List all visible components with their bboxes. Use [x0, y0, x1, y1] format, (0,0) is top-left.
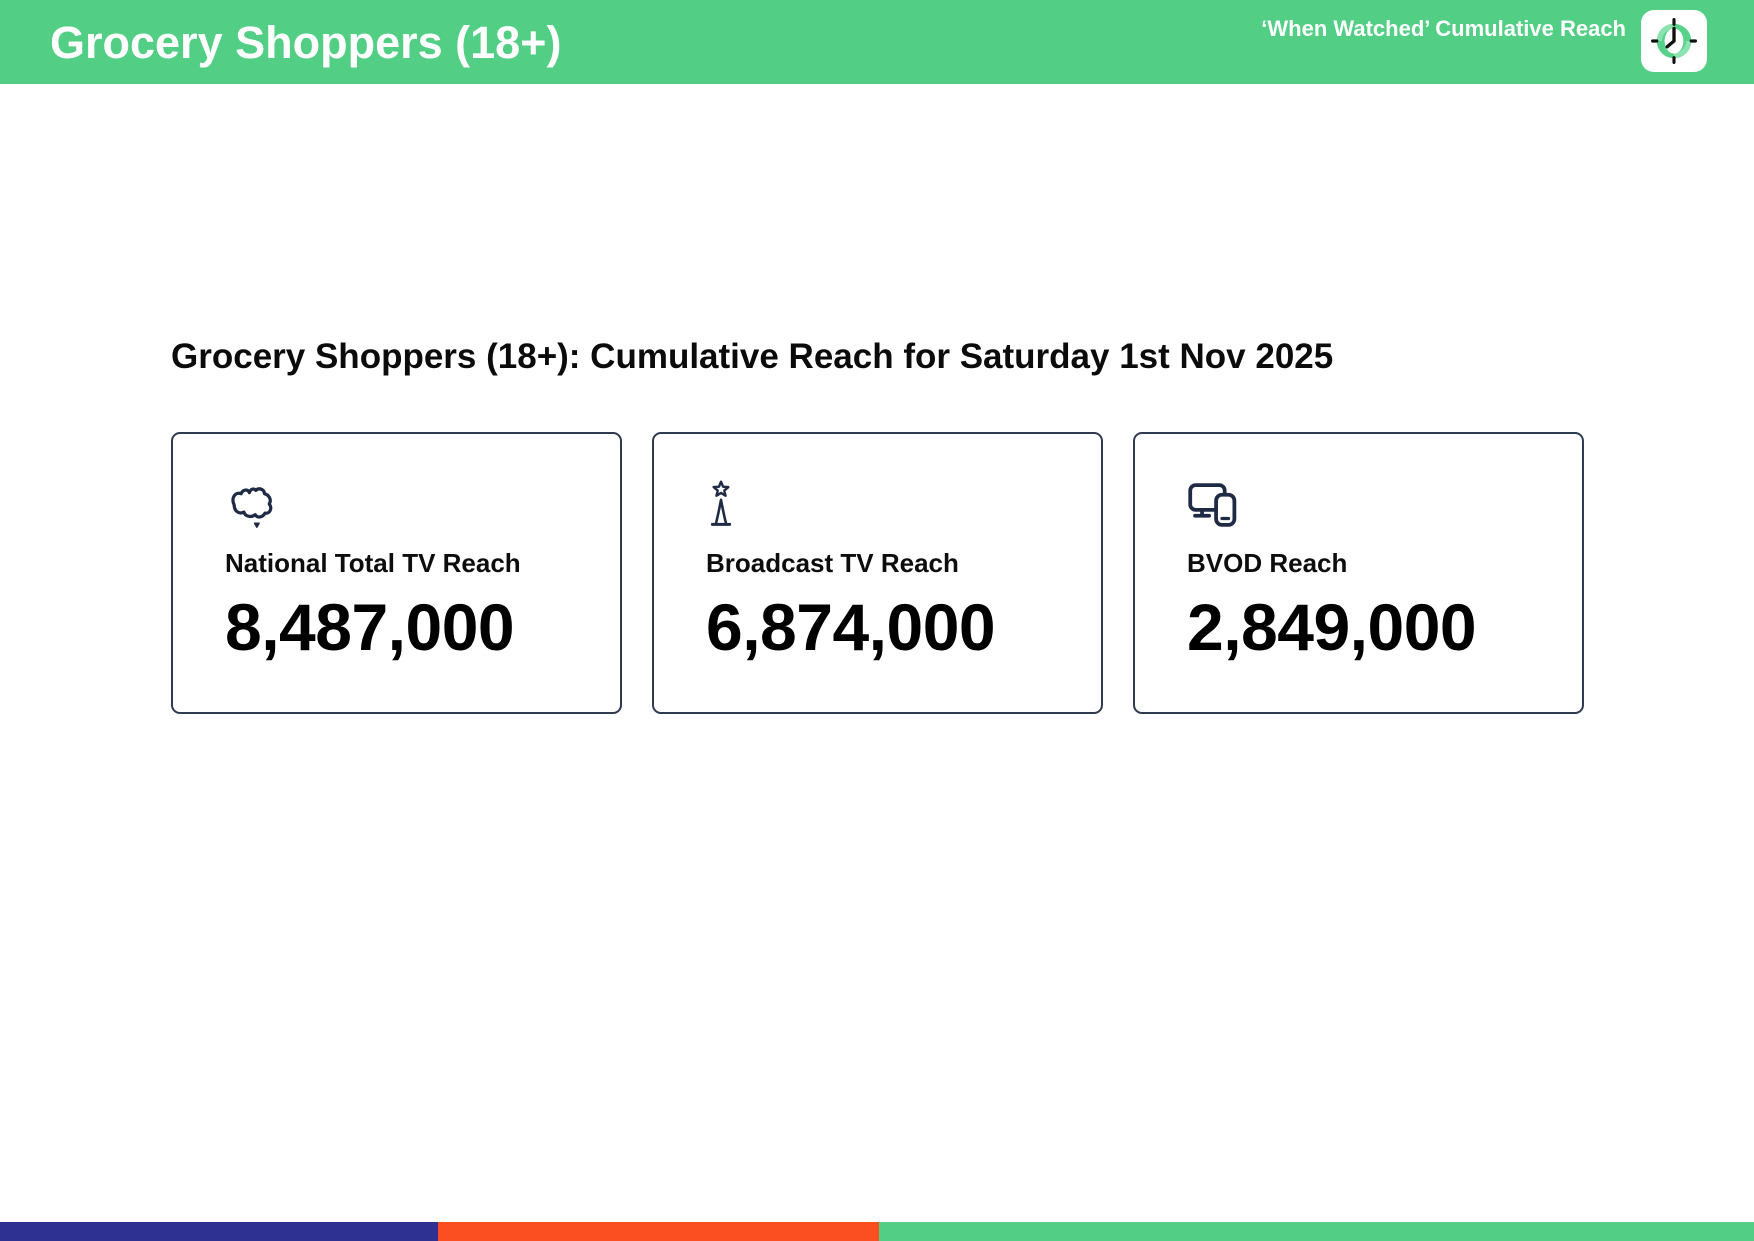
footer-bar-navy-segment: [0, 1222, 438, 1241]
broadcast-tower-icon: [710, 480, 732, 526]
tv-and-phone-devices-icon: [1188, 483, 1237, 527]
card-bvod-reach: BVOD Reach 2,849,000: [1133, 432, 1584, 714]
card-label: National Total TV Reach: [225, 548, 521, 578]
footer-bar-green-segment: [879, 1222, 1754, 1241]
clock-badge: [1641, 10, 1707, 72]
footer-bar-orange-segment: [438, 1222, 879, 1241]
card-value: 2,849,000: [1187, 590, 1477, 664]
clock-icon: [1651, 18, 1697, 64]
australia-map-icon: [231, 487, 273, 528]
card-label: BVOD Reach: [1187, 548, 1348, 578]
header-right-group: ‘When Watched’ Cumulative Reach: [1261, 10, 1707, 72]
metric-cards-row: National Total TV Reach 8,487,000 Broadc…: [171, 432, 1754, 714]
report-heading: Grocery Shoppers (18+): Cumulative Reach…: [171, 337, 1334, 376]
card-national-total-tv-reach: National Total TV Reach 8,487,000: [171, 432, 622, 714]
page-title: Grocery Shoppers (18+): [50, 16, 562, 68]
app-header: Grocery Shoppers (18+) ‘When Watched’ Cu…: [0, 0, 1754, 84]
report-type-label: ‘When Watched’ Cumulative Reach: [1261, 16, 1626, 41]
card-broadcast-tv-reach: Broadcast TV Reach 6,874,000: [652, 432, 1103, 714]
card-value: 6,874,000: [706, 590, 996, 664]
card-label: Broadcast TV Reach: [706, 548, 959, 578]
footer-color-bar: [0, 1222, 1754, 1241]
card-value: 8,487,000: [225, 590, 515, 664]
